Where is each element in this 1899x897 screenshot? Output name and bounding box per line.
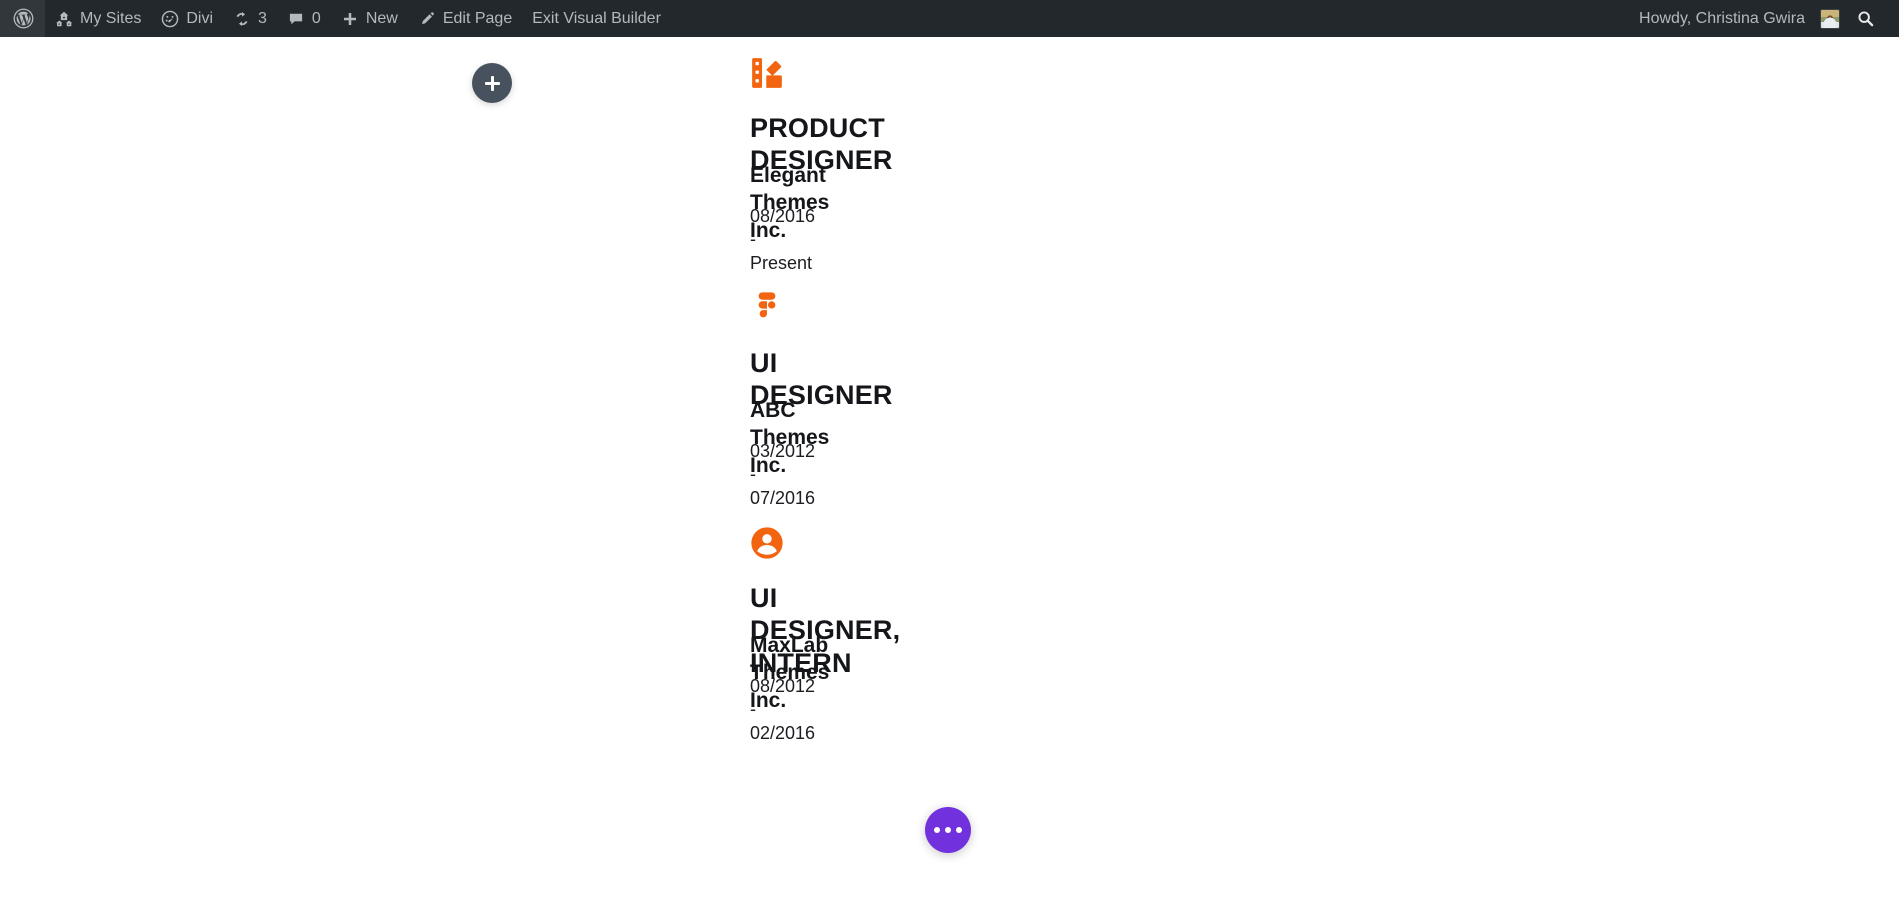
resume-entry[interactable]: UI DESIGNER, INTERN MaxLab Themes Inc. 0… (749, 515, 785, 561)
admin-bar-item-my-sites[interactable]: My Sites (45, 0, 151, 37)
admin-bar-label-exit-visual-builder: Exit Visual Builder (532, 10, 661, 28)
admin-bar-label-my-sites: My Sites (80, 10, 141, 28)
ellipsis-dot (934, 827, 940, 833)
ellipsis-dot (956, 827, 962, 833)
admin-bar-howdy-label: Howdy, Christina Gwira (1639, 10, 1805, 28)
plus-icon (485, 76, 500, 91)
updates-icon (233, 10, 251, 28)
wordpress-logo-icon (13, 8, 34, 29)
resume-entry[interactable]: PRODUCT DESIGNER Elegant Themes Inc. 08/… (749, 45, 785, 91)
add-section-button[interactable] (472, 63, 512, 103)
admin-bar-item-search[interactable] (1844, 0, 1889, 37)
user-circle-icon (749, 515, 785, 561)
figma-logo-icon (749, 280, 785, 326)
resume-entry-dates: 08/2012 - 02/2016 (750, 675, 815, 745)
resume-entry[interactable]: UI DESIGNER ABC Themes Inc. 03/2012 - 07… (749, 280, 785, 326)
avatar (1820, 9, 1840, 29)
admin-bar-label-edit-page: Edit Page (443, 10, 512, 28)
sites-icon (55, 10, 73, 28)
admin-bar-label-new: New (366, 10, 398, 28)
admin-bar-item-new-content[interactable]: New (331, 0, 408, 37)
admin-bar-label-divi: Divi (186, 10, 213, 28)
comment-bubble-icon (287, 10, 305, 28)
resume-entry-dates: 08/2016 - Present (750, 205, 815, 275)
admin-bar-right-group: Howdy, Christina Gwira (1629, 0, 1899, 37)
admin-bar-item-exit-visual-builder[interactable]: Exit Visual Builder (522, 0, 671, 37)
admin-bar-item-edit-page[interactable]: Edit Page (408, 0, 522, 37)
admin-bar-item-updates[interactable]: 3 (223, 0, 277, 37)
search-icon (1856, 9, 1875, 28)
admin-bar-comments-count: 0 (312, 10, 321, 28)
ellipsis-dot (945, 827, 951, 833)
pencil-icon (418, 10, 436, 28)
visual-builder-canvas: PRODUCT DESIGNER Elegant Themes Inc. 08/… (0, 37, 1899, 897)
admin-bar-item-wordpress-logo[interactable] (0, 0, 45, 37)
color-swatches-icon (749, 45, 785, 91)
resume-entry-dates: 03/2012 - 07/2016 (750, 440, 815, 510)
admin-bar-item-comments[interactable]: 0 (277, 0, 331, 37)
divi-gauge-icon (161, 10, 179, 28)
admin-bar-updates-count: 3 (258, 10, 267, 28)
admin-bar-item-divi[interactable]: Divi (151, 0, 223, 37)
plus-icon (341, 10, 359, 28)
wp-admin-bar: My Sites Divi 3 (0, 0, 1899, 37)
admin-bar-left-group: My Sites Divi 3 (0, 0, 671, 37)
page-settings-button[interactable] (925, 807, 971, 853)
admin-bar-item-my-account[interactable]: Howdy, Christina Gwira (1629, 0, 1844, 37)
